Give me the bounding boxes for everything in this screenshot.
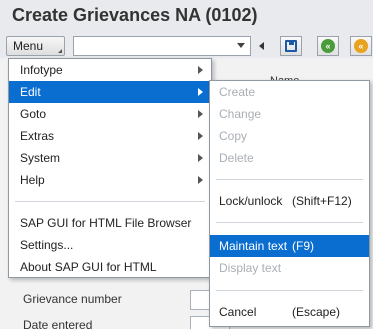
command-field[interactable]: [73, 36, 251, 56]
submenu-divider: [216, 222, 363, 223]
menu-item-label: Infotype: [20, 63, 63, 77]
menu-item-label: Goto: [20, 107, 47, 121]
exit-button[interactable]: «: [350, 36, 372, 56]
menu-item-label: Help: [20, 173, 45, 187]
submenu-item-shortcut: (F9): [292, 239, 314, 253]
menu-item-label: Edit: [20, 85, 41, 99]
date-entered-label: Date entered: [23, 318, 93, 329]
menu-item-settings[interactable]: Settings...: [9, 234, 211, 256]
submenu-item-label: Cancel: [219, 305, 257, 319]
menu-item-goto[interactable]: Goto: [9, 103, 211, 125]
grievance-number-label: Grievance number: [23, 292, 122, 306]
submenu-item-label: Display text: [219, 261, 282, 275]
exit-icon: «: [354, 39, 368, 53]
submenu-item-label: Lock/unlock: [219, 194, 283, 208]
chevron-right-icon: [198, 154, 203, 162]
chevron-right-icon: [198, 88, 203, 96]
page-title: Create Grievances NA (0102): [12, 5, 258, 25]
menu-button-label: Menu: [13, 39, 44, 53]
submenu-item-label: Copy: [219, 129, 248, 143]
menu-item-infotype[interactable]: Infotype: [9, 59, 211, 81]
menu-item-label: System: [20, 151, 61, 165]
submenu-item-delete: Delete: [210, 147, 369, 169]
menu-item-help[interactable]: Help: [9, 169, 211, 191]
menu-item-file-browser[interactable]: SAP GUI for HTML File Browser: [9, 212, 211, 234]
submenu-item-change: Change: [210, 103, 369, 125]
back-button[interactable]: «: [317, 36, 339, 56]
submenu-item-display-text: Display text: [210, 257, 369, 279]
menu-corner-icon: [58, 49, 62, 53]
save-button[interactable]: [280, 36, 302, 56]
chevron-right-icon: [198, 110, 203, 118]
submenu-item-label: Change: [219, 107, 262, 121]
back-icon: «: [321, 39, 335, 53]
menu-divider: [15, 201, 205, 202]
submenu-divider: [216, 290, 363, 291]
menu-item-label: SAP GUI for HTML File Browser: [20, 216, 192, 230]
submenu-item-shortcut: (Shift+F12): [292, 194, 352, 208]
submenu-item-shortcut: (Escape): [292, 305, 341, 319]
submenu-divider: [216, 179, 363, 180]
chevron-right-icon: [198, 132, 203, 140]
submenu-item-label: Maintain text: [219, 239, 288, 253]
submenu-item-cancel[interactable]: Cancel (Escape): [210, 301, 369, 323]
title-bar: Create Grievances NA (0102): [0, 0, 373, 34]
submenu-item-lock-unlock[interactable]: Lock/unlock (Shift+F12): [210, 190, 369, 212]
chevron-right-icon: [198, 66, 203, 74]
menu-item-edit[interactable]: Edit: [9, 81, 211, 103]
chevron-right-icon: [198, 176, 203, 184]
edit-submenu: Create Change Copy Delete Lock/unlock (S…: [209, 80, 370, 327]
submenu-item-create: Create: [210, 81, 369, 103]
save-icon: [285, 40, 297, 52]
menu-item-label: Settings...: [20, 238, 74, 252]
submenu-item-maintain-text[interactable]: Maintain text (F9): [210, 235, 369, 257]
menu-item-extras[interactable]: Extras: [9, 125, 211, 147]
chevron-down-icon[interactable]: [237, 43, 245, 48]
submenu-item-label: Delete: [219, 151, 254, 165]
menu-button[interactable]: Menu: [6, 36, 65, 56]
main-menu: Infotype Edit Goto Extras System Help SA…: [8, 58, 212, 278]
collapse-arrow-icon[interactable]: [259, 42, 264, 50]
toolbar: Menu « «: [0, 34, 373, 58]
submenu-item-copy: Copy: [210, 125, 369, 147]
menu-item-label: About SAP GUI for HTML: [20, 260, 157, 274]
menu-item-system[interactable]: System: [9, 147, 211, 169]
menu-item-about[interactable]: About SAP GUI for HTML: [9, 256, 211, 278]
menu-item-label: Extras: [20, 129, 55, 143]
submenu-item-label: Create: [219, 85, 256, 99]
